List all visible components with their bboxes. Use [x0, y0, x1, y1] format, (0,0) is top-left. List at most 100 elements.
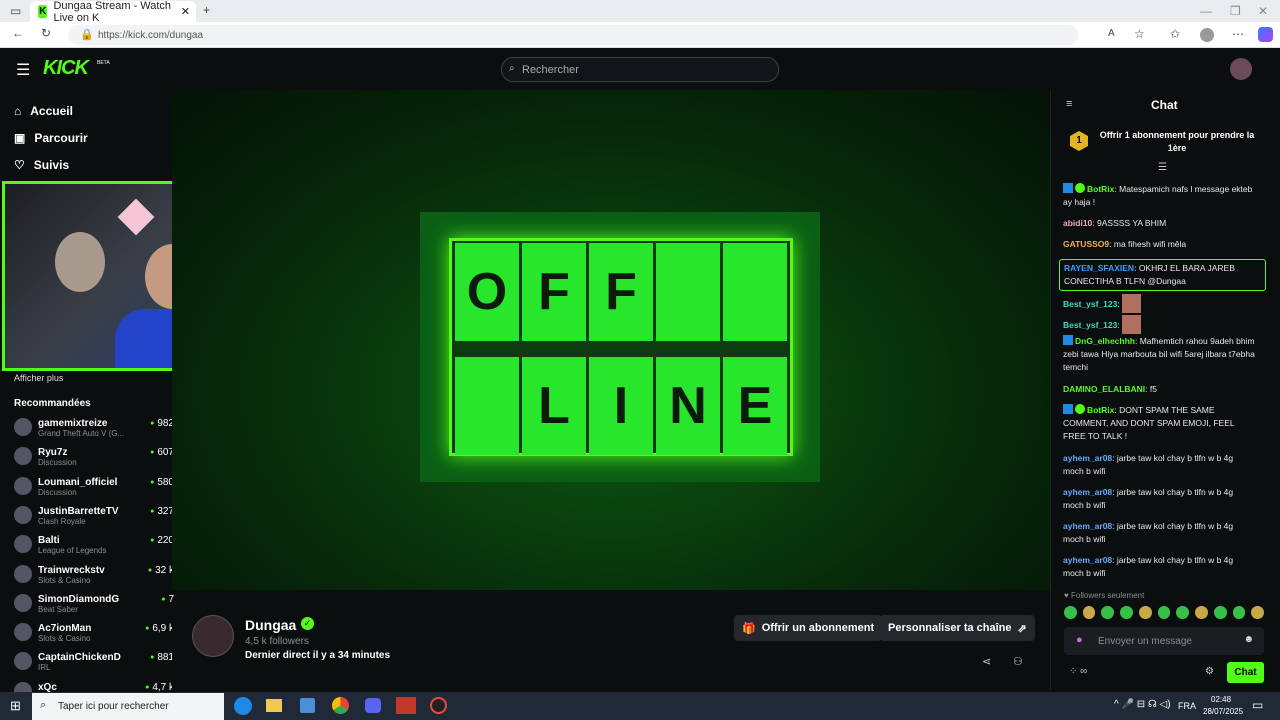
microphone-icon[interactable]: ●: [1076, 634, 1083, 646]
share-icon[interactable]: ⋖: [982, 655, 991, 668]
notifications-icon[interactable]: ▭: [1252, 698, 1263, 712]
gift-subscription-button[interactable]: 🎁 Offrir un abonnement: [734, 615, 883, 641]
emote-icon[interactable]: [1251, 606, 1265, 619]
recommended-channel[interactable]: SimonDiamondGBeat Saber7: [14, 593, 174, 614]
chat-settings-icon-left[interactable]: ⁘ ∞: [1069, 666, 1087, 677]
show-more-link[interactable]: Afficher plus: [14, 373, 63, 383]
system-tray-icons[interactable]: ^ 🎤 ⊟ ☊ ◁): [1114, 699, 1171, 710]
read-aloud-icon[interactable]: A: [1108, 28, 1115, 39]
recommended-channel[interactable]: Ryu7zDiscussion 607: [14, 447, 174, 467]
new-tab-icon[interactable]: +: [203, 3, 210, 17]
chat-message[interactable]: ayhem_ar08: jarbe taw kol chay b tlfn w …: [1063, 452, 1255, 478]
file-explorer-icon[interactable]: [266, 699, 282, 712]
emote-icon[interactable]: [1213, 606, 1227, 619]
search-input[interactable]: ⌕ Rechercher: [501, 57, 779, 82]
add-user-icon[interactable]: ⚇: [1013, 655, 1023, 668]
chat-message[interactable]: BotRix: Matespamich nafs l message ekteb…: [1063, 183, 1255, 209]
chrome-icon[interactable]: [332, 697, 349, 714]
gear-icon[interactable]: ⚙: [1205, 666, 1214, 677]
chat-message[interactable]: abidi10: 9ASSSS YA BHIM: [1063, 217, 1255, 230]
chat-username[interactable]: Best_ysf_123: [1063, 320, 1117, 330]
favorite-star-icon[interactable]: ☆: [1134, 27, 1145, 41]
maximize-icon[interactable]: ❐: [1230, 4, 1241, 18]
chat-message[interactable]: BotRix: DONT SPAM THE SAME COMMENT, AND …: [1063, 404, 1255, 443]
chat-username[interactable]: DAMINO_ELALBANI: [1063, 384, 1145, 394]
taskbar-search-input[interactable]: ⌕ Taper ici pour rechercher: [32, 693, 224, 720]
chat-message[interactable]: ayhem_ar08: jarbe taw kol chay b tlfn w …: [1063, 486, 1255, 512]
emote-icon[interactable]: [1082, 606, 1096, 619]
emote-bar: [1064, 606, 1265, 620]
chat-username[interactable]: Best_ysf_123: [1063, 299, 1117, 309]
obs-icon[interactable]: [430, 697, 447, 714]
chat-username[interactable]: ayhem_ar08: [1063, 453, 1112, 463]
clock-date[interactable]: 28/07/2025: [1203, 707, 1243, 716]
chat-username[interactable]: RAYEN_SFAXIEN: [1064, 263, 1134, 273]
chat-username[interactable]: DnG_elhechhh: [1075, 336, 1135, 346]
collapse-chat-icon[interactable]: ≡: [1066, 98, 1072, 110]
chat-username[interactable]: ayhem_ar08: [1063, 555, 1112, 565]
recommended-channel[interactable]: CaptainChickenDIRL 881: [14, 652, 174, 672]
hamburger-menu-icon[interactable]: ☰: [16, 60, 30, 80]
browser-tab[interactable]: K Dungaa Stream - Watch Live on K ✕: [30, 0, 196, 24]
customize-channel-button[interactable]: Personnaliser ta chaîne ⇗: [880, 615, 1035, 641]
close-window-icon[interactable]: ✕: [1258, 4, 1268, 18]
recommended-channel[interactable]: gamemixtreizeGrand Theft Auto V (G... 982: [14, 418, 174, 438]
channel-avatar[interactable]: [192, 615, 234, 657]
chat-message[interactable]: RAYEN_SFAXIEN: OKHRJ EL BARA JAREB CONEC…: [1059, 259, 1266, 291]
pinned-expand-icon[interactable]: ☰: [1158, 162, 1167, 173]
clock-time[interactable]: 02:48: [1211, 695, 1231, 704]
emote-icon[interactable]: [1064, 606, 1077, 619]
emote-icon[interactable]: [1120, 606, 1133, 619]
back-icon[interactable]: ←: [12, 26, 24, 40]
language-indicator[interactable]: FRA: [1178, 701, 1196, 711]
recommended-channel[interactable]: Ac7ionManSlots & Casino 6,9 k: [14, 623, 174, 643]
url-field[interactable]: 🔒 https://kick.com/dungaa: [68, 25, 1078, 45]
emoji-icon[interactable]: ☻: [1243, 634, 1254, 645]
nav-browse[interactable]: ▣ Parcourir: [14, 131, 88, 145]
emote-icon[interactable]: [1101, 606, 1115, 619]
chat-message[interactable]: ayhem_ar08: jarbe taw kol chay b tlfn w …: [1063, 554, 1255, 580]
emote-icon[interactable]: [1232, 606, 1246, 619]
nav-following[interactable]: ♡ Suivis: [14, 158, 69, 172]
chat-message[interactable]: ayhem_ar08: jarbe taw kol chay b tlfn w …: [1063, 520, 1255, 546]
store-icon[interactable]: [300, 698, 315, 713]
chat-username[interactable]: abidi10: [1063, 218, 1092, 228]
send-chat-button[interactable]: Chat: [1227, 662, 1264, 683]
favorites-icon[interactable]: ✩: [1170, 27, 1180, 41]
edge-icon[interactable]: [234, 697, 252, 715]
chat-message-input[interactable]: ● Envoyer un message ☻: [1064, 627, 1264, 655]
channel-name[interactable]: Dungaa: [245, 617, 296, 633]
copilot-icon[interactable]: [1258, 27, 1273, 42]
emote-icon[interactable]: [1138, 606, 1152, 619]
app-icon[interactable]: [396, 697, 416, 714]
gift-subscription-promo[interactable]: Offrir 1 abonnement pour prendre la 1ère: [1099, 129, 1255, 155]
refresh-icon[interactable]: ↻: [41, 26, 51, 40]
chat-username[interactable]: ayhem_ar08: [1063, 521, 1112, 531]
recommended-channel[interactable]: Loumani_officielDiscussion 580: [14, 476, 174, 497]
more-menu-icon[interactable]: ⋯: [1232, 27, 1244, 41]
chat-message[interactable]: Best_ysf_123:: [1063, 315, 1255, 334]
recommended-channel[interactable]: BaltiLeague of Legends 220: [14, 535, 174, 555]
chat-username[interactable]: BotRix: [1087, 405, 1114, 415]
discord-icon[interactable]: [365, 698, 381, 713]
chat-username[interactable]: BotRix: [1087, 184, 1114, 194]
user-avatar[interactable]: [1230, 58, 1252, 80]
kick-logo[interactable]: KICK: [43, 57, 89, 80]
minimize-icon[interactable]: —: [1200, 4, 1212, 18]
tab-actions-icon[interactable]: ▭: [10, 4, 21, 18]
emote-icon[interactable]: [1157, 606, 1171, 619]
recommended-channel[interactable]: JustinBarretteTVClash Royale 327: [14, 505, 174, 526]
chat-message[interactable]: DnG_elhechhh: Mafhemtich rahou 9adeh bhi…: [1063, 335, 1255, 374]
chat-message[interactable]: Best_ysf_123:: [1063, 294, 1255, 313]
windows-start-icon[interactable]: ⊞: [10, 698, 21, 714]
chat-message[interactable]: DAMINO_ELALBANI: f5: [1063, 383, 1255, 396]
recommended-channel[interactable]: TrainwreckstvSlots & Casino 32 k: [14, 564, 174, 585]
profile-avatar-icon[interactable]: [1200, 28, 1214, 42]
chat-message[interactable]: GATUSSO9: ma fihesh wifi mêla: [1063, 238, 1255, 251]
chat-username[interactable]: GATUSSO9: [1063, 239, 1109, 249]
nav-home[interactable]: ⌂ Accueil: [14, 104, 73, 118]
emote-icon[interactable]: [1176, 606, 1190, 619]
close-tab-icon[interactable]: ✕: [181, 5, 190, 18]
emote-icon[interactable]: [1195, 606, 1208, 619]
chat-username[interactable]: ayhem_ar08: [1063, 487, 1112, 497]
